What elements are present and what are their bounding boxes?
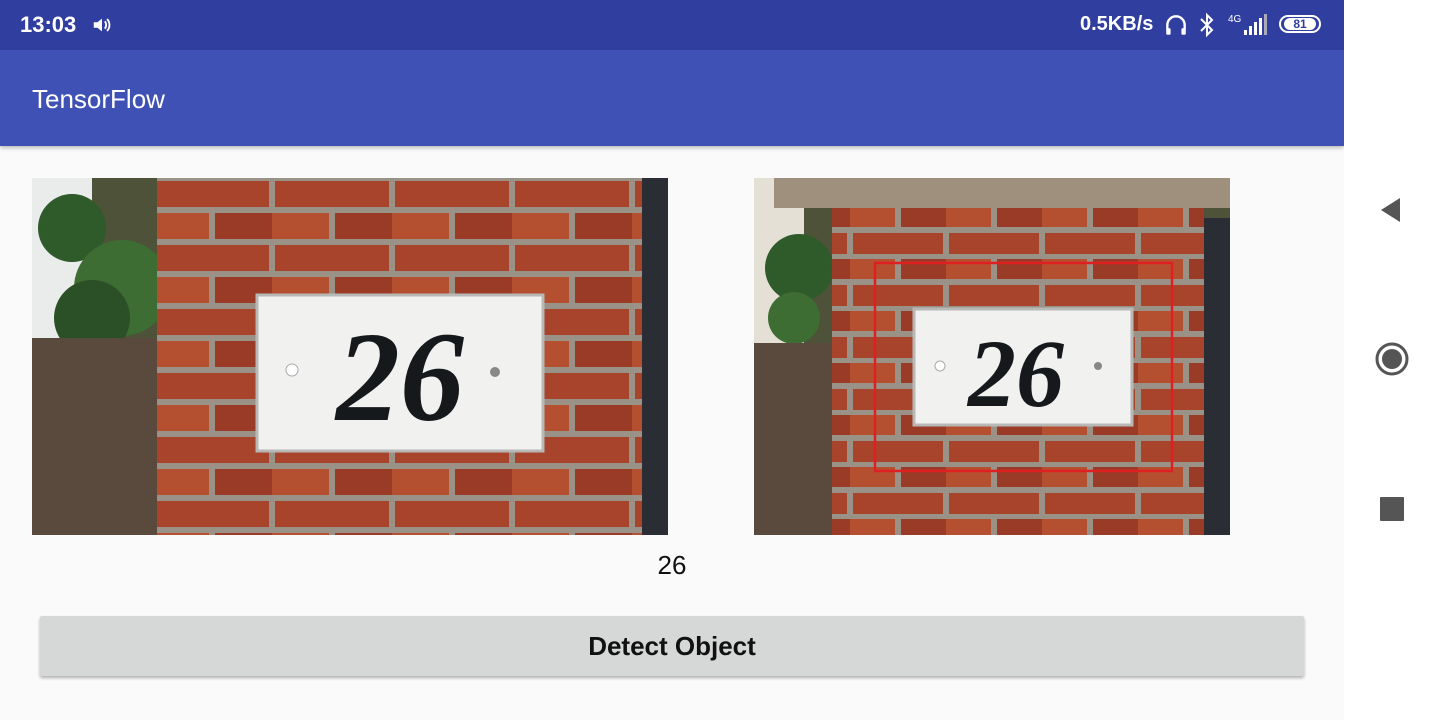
status-time: 13:03: [20, 12, 77, 37]
detection-result-text: 26: [657, 550, 687, 580]
back-icon[interactable]: [1376, 195, 1406, 225]
network-type: 4G: [1228, 14, 1242, 25]
signal-icon: 4G: [1228, 14, 1267, 35]
network-speed: 0.5KB/s: [1080, 13, 1154, 35]
status-bar: 13:03 0.5KB/s 4G 81: [0, 0, 1344, 50]
home-icon[interactable]: [1374, 341, 1410, 377]
input-image: 26: [32, 178, 668, 535]
app-title: TensorFlow: [32, 84, 165, 114]
detect-object-button[interactable]: Detect Object: [40, 616, 1304, 676]
headphones-icon: [1166, 15, 1186, 35]
volume-icon: [93, 18, 111, 32]
battery-level: 81: [1284, 18, 1316, 30]
plaque-number: 26: [966, 320, 1064, 427]
battery-icon: 81: [1279, 15, 1321, 33]
recents-icon[interactable]: [1380, 497, 1404, 521]
app-bar: TensorFlow: [0, 50, 1344, 146]
output-image: 26: [754, 178, 1230, 535]
navigation-bar: [1344, 0, 1440, 720]
bluetooth-icon: [1200, 12, 1214, 38]
plaque-number: 26: [334, 306, 464, 448]
